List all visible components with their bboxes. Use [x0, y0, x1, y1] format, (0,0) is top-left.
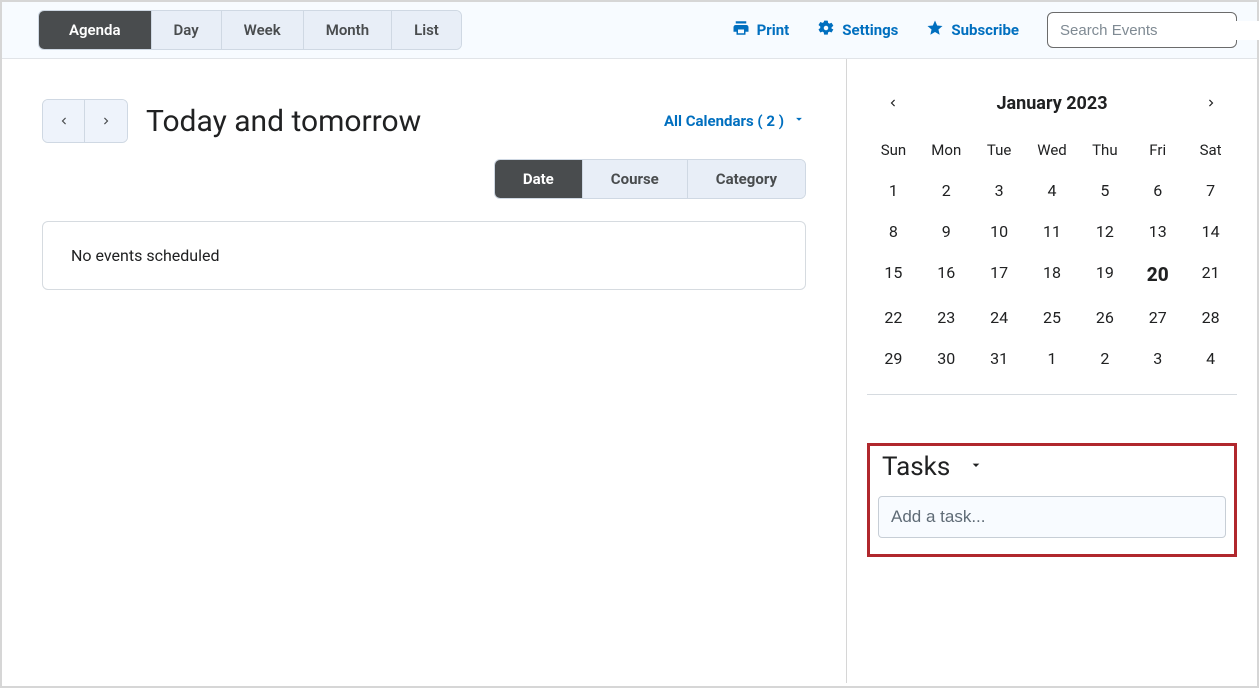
- cal-day[interactable]: 22: [867, 308, 920, 327]
- date-nav: [42, 99, 128, 143]
- cal-day[interactable]: 1: [1026, 349, 1079, 368]
- mini-cal-prev[interactable]: [879, 89, 907, 117]
- all-calendars-dropdown[interactable]: All Calendars ( 2 ): [664, 112, 806, 130]
- cal-day[interactable]: 2: [920, 181, 973, 200]
- tab-day[interactable]: Day: [152, 11, 222, 49]
- prev-period-button[interactable]: [43, 100, 85, 142]
- cal-day[interactable]: 4: [1184, 349, 1237, 368]
- star-icon: [926, 19, 944, 41]
- print-label: Print: [757, 21, 790, 39]
- cal-dow: Thu: [1078, 141, 1131, 159]
- settings-link[interactable]: Settings: [817, 19, 898, 41]
- tab-week[interactable]: Week: [222, 11, 304, 49]
- cal-day[interactable]: 4: [1026, 181, 1079, 200]
- group-tabs: Date Course Category: [494, 159, 806, 199]
- cal-day[interactable]: 31: [973, 349, 1026, 368]
- grouping-row: Date Course Category: [42, 159, 806, 199]
- chevron-down-icon: [968, 457, 984, 477]
- print-icon: [732, 19, 750, 41]
- cal-day[interactable]: 23: [920, 308, 973, 327]
- cal-day[interactable]: 5: [1078, 181, 1131, 200]
- cal-day[interactable]: 24: [973, 308, 1026, 327]
- print-link[interactable]: Print: [732, 19, 790, 41]
- mini-cal-title: January 2023: [996, 93, 1107, 114]
- search-input[interactable]: [1058, 21, 1259, 40]
- cal-dow: Fri: [1131, 141, 1184, 159]
- cal-day[interactable]: 25: [1026, 308, 1079, 327]
- cal-day[interactable]: 15: [867, 263, 920, 286]
- tasks-title: Tasks: [882, 452, 950, 482]
- main-panel: Today and tomorrow All Calendars ( 2 ) D…: [2, 59, 847, 683]
- add-task-wrap[interactable]: [878, 496, 1226, 538]
- cal-dow: Wed: [1026, 141, 1079, 159]
- group-tab-course[interactable]: Course: [583, 160, 688, 198]
- cal-day[interactable]: 19: [1078, 263, 1131, 286]
- cal-day[interactable]: 1: [867, 181, 920, 200]
- divider: [867, 394, 1237, 395]
- group-tab-category[interactable]: Category: [688, 160, 805, 198]
- tab-month[interactable]: Month: [304, 11, 392, 49]
- events-empty-state: No events scheduled: [42, 221, 806, 290]
- next-period-button[interactable]: [85, 100, 127, 142]
- tasks-header[interactable]: Tasks: [878, 452, 1226, 482]
- group-tab-date[interactable]: Date: [495, 160, 583, 198]
- add-task-input[interactable]: [879, 497, 1225, 537]
- cal-day[interactable]: 14: [1184, 222, 1237, 241]
- cal-day[interactable]: 13: [1131, 222, 1184, 241]
- search-events[interactable]: [1047, 12, 1237, 48]
- cal-day[interactable]: 3: [973, 181, 1026, 200]
- cal-day[interactable]: 28: [1184, 308, 1237, 327]
- content: Today and tomorrow All Calendars ( 2 ) D…: [2, 59, 1257, 683]
- cal-day[interactable]: 17: [973, 263, 1026, 286]
- cal-day[interactable]: 9: [920, 222, 973, 241]
- cal-day[interactable]: 27: [1131, 308, 1184, 327]
- cal-day[interactable]: 3: [1131, 349, 1184, 368]
- cal-day[interactable]: 6: [1131, 181, 1184, 200]
- cal-day[interactable]: 21: [1184, 263, 1237, 286]
- subscribe-label: Subscribe: [951, 21, 1019, 39]
- main-header: Today and tomorrow All Calendars ( 2 ): [42, 99, 806, 143]
- cal-day[interactable]: 26: [1078, 308, 1131, 327]
- subscribe-link[interactable]: Subscribe: [926, 19, 1019, 41]
- cal-day[interactable]: 18: [1026, 263, 1079, 286]
- settings-label: Settings: [842, 21, 898, 39]
- cal-day[interactable]: 2: [1078, 349, 1131, 368]
- side-panel: January 2023 SunMonTueWedThuFriSat123456…: [847, 59, 1257, 683]
- cal-day[interactable]: 7: [1184, 181, 1237, 200]
- tab-agenda[interactable]: Agenda: [39, 11, 152, 49]
- cal-day[interactable]: 29: [867, 349, 920, 368]
- tasks-panel: Tasks: [867, 443, 1237, 557]
- page-title: Today and tomorrow: [146, 104, 421, 139]
- mini-cal-header: January 2023: [867, 89, 1237, 117]
- cal-day[interactable]: 11: [1026, 222, 1079, 241]
- cal-dow: Mon: [920, 141, 973, 159]
- all-calendars-label: All Calendars ( 2 ): [664, 112, 784, 130]
- cal-dow: Tue: [973, 141, 1026, 159]
- topbar: Agenda Day Week Month List Print Setting…: [2, 2, 1257, 59]
- gear-icon: [817, 19, 835, 41]
- cal-day[interactable]: 12: [1078, 222, 1131, 241]
- cal-dow: Sun: [867, 141, 920, 159]
- view-tabs: Agenda Day Week Month List: [38, 10, 462, 50]
- mini-cal-next[interactable]: [1197, 89, 1225, 117]
- cal-day[interactable]: 8: [867, 222, 920, 241]
- cal-dow: Sat: [1184, 141, 1237, 159]
- chevron-down-icon: [792, 112, 806, 130]
- cal-day[interactable]: 20: [1131, 263, 1184, 286]
- mini-calendar: SunMonTueWedThuFriSat1234567891011121314…: [867, 141, 1237, 368]
- cal-day[interactable]: 10: [973, 222, 1026, 241]
- cal-day[interactable]: 16: [920, 263, 973, 286]
- cal-day[interactable]: 30: [920, 349, 973, 368]
- tab-list[interactable]: List: [392, 11, 461, 49]
